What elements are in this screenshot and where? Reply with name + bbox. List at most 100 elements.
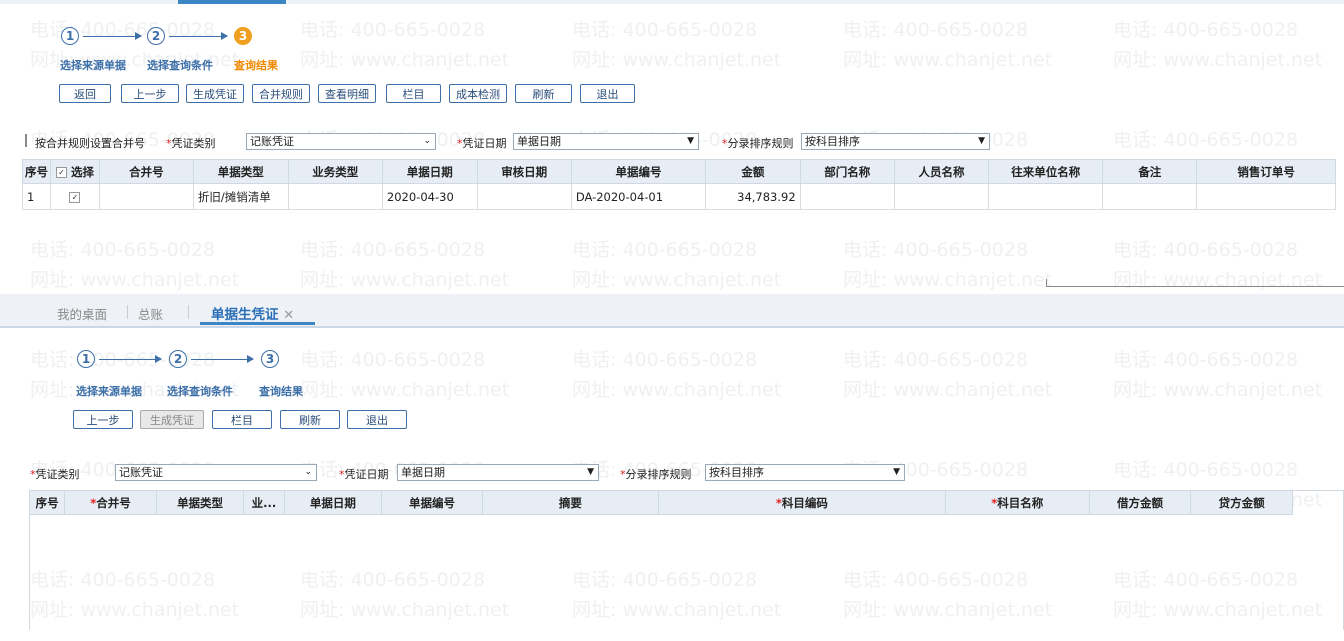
col-partner: 往来单位名称 [988,159,1104,184]
col-doc-no: 单据编号 [570,159,707,184]
triangle-down-icon: ▼ [893,467,900,477]
watermark-site: 网址: www.chanjet.net [300,269,510,291]
watermark-phone: 电话: 400-665-0028 [30,19,216,41]
tab-separator [188,305,189,319]
watermark-phone: 电话: 400-665-0028 [843,19,1029,41]
tab-doc-to-voucher[interactable]: 单据生凭证 ✕ [211,303,294,323]
step-3-label: 查询结果 [234,59,278,72]
table-row[interactable]: 1 ✓ 折旧/摊销清单 2020-04-30 DA-2020-04-01 34,… [22,183,1336,210]
triangle-down-icon: ▼ [687,136,694,146]
voucher-type-label-wrap: *凭证类别 [30,468,80,481]
divider-line [1046,286,1344,287]
prev-step-button[interactable]: 上一步 [73,410,133,429]
step-3-circle[interactable]: 3 [261,350,279,368]
watermark-phone: 电话: 400-665-0028 [572,19,758,41]
col-audit-date: 审核日期 [476,159,572,184]
cell-sales-order [1196,183,1336,210]
tab-general-ledger[interactable]: 总账 [138,304,163,323]
cell-remark [1102,183,1198,210]
row-checkbox[interactable]: ✓ [69,191,81,203]
cell-audit-date [476,183,572,210]
watermark-phone: 电话: 400-665-0028 [572,349,758,371]
col-doc-type: 单据类型 [192,159,289,184]
sort-rule-label: 分录排序规则 [727,137,794,150]
merge-rule-button[interactable]: 合并规则 [252,84,310,103]
step-arrow [83,32,142,40]
watermark-site: 网址: www.chanjet.net [30,269,240,291]
step-3-circle: 3 [234,27,252,45]
watermark-site: 网址: www.chanjet.net [843,379,1053,401]
merge-checkbox-edge[interactable] [25,134,27,147]
select-all-checkbox[interactable]: ✓ [55,166,67,178]
refresh-button[interactable]: 刷新 [280,410,340,429]
triangle-down-icon: ▼ [978,136,985,146]
columns-button[interactable]: 栏目 [386,84,441,103]
tab-doc-to-voucher-label: 单据生凭证 [211,307,279,323]
cell-doc-no[interactable]: DA-2020-04-01 [570,183,707,210]
col-merge-no: 合并号 [98,159,194,184]
workspace-tab-bar: 我的桌面 总账 单据生凭证 ✕ [0,294,1344,328]
step-arrow [169,32,228,40]
watermark-phone: 电话: 400-665-0028 [843,349,1029,371]
cost-check-button[interactable]: 成本检测 [449,84,507,103]
watermark-phone: 电话: 400-665-0028 [300,349,486,371]
sort-rule-label: 分录排序规则 [625,468,692,481]
sort-rule-value: 按科目排序 [709,466,764,479]
col-select[interactable]: ✓ 选择 [50,159,100,184]
generate-voucher-button[interactable]: 生成凭证 [140,410,204,429]
exit-button[interactable]: 退出 [580,84,635,103]
chevron-down-icon: ⌄ [423,136,431,146]
cell-person [893,183,990,210]
exit-button[interactable]: 退出 [347,410,407,429]
watermark-site: 网址: www.chanjet.net [300,379,510,401]
step-arrow [99,355,162,363]
step-2-circle[interactable]: 2 [169,350,187,368]
watermark-site: 网址: www.chanjet.net [572,379,782,401]
columns-button[interactable]: 栏目 [212,410,272,429]
watermark-site: 网址: www.chanjet.net [843,269,1053,291]
step-1-circle[interactable]: 1 [77,350,95,368]
sort-rule-select[interactable]: 按科目排序 ▼ [705,464,905,481]
col-doc-date: 单据日期 [381,159,478,184]
step-2-label[interactable]: 选择查询条件 [167,383,233,399]
close-icon[interactable]: ✕ [283,308,294,323]
back-button[interactable]: 返回 [59,84,111,103]
col-person: 人员名称 [893,159,990,184]
step-2-circle[interactable]: 2 [147,27,165,45]
col-sales-order: 销售订单号 [1196,159,1336,184]
cell-seq: 1 [22,183,51,210]
cell-partner [988,183,1104,210]
cell-amount: 34,783.92 [705,183,801,210]
voucher-type-select[interactable]: 记账凭证 ⌄ [246,133,436,150]
tab-separator [127,305,128,319]
active-tab-underline [200,322,315,325]
watermark-site: 网址: www.chanjet.net [1113,379,1323,401]
watermark-site: 网址: www.chanjet.net [572,49,782,71]
view-detail-button[interactable]: 查看明细 [318,84,376,103]
watermark-phone: 电话: 400-665-0028 [30,349,216,371]
step-2-label[interactable]: 选择查询条件 [147,57,213,73]
sort-rule-select[interactable]: 按科目排序 ▼ [801,133,990,150]
voucher-date-select[interactable]: 单据日期 ▼ [513,133,699,150]
voucher-date-select[interactable]: 单据日期 ▼ [397,464,599,481]
watermark-site: 网址: www.chanjet.net [1113,269,1323,291]
merge-rule-label: 按合并规则设置合并号 [35,137,145,150]
col-select-label: 选择 [70,164,94,179]
watermark-phone: 电话: 400-665-0028 [300,239,486,261]
prev-step-button[interactable]: 上一步 [121,84,179,103]
divider-tick [1046,279,1047,287]
step-1-circle[interactable]: 1 [61,27,79,45]
tab-my-desktop[interactable]: 我的桌面 [57,304,107,323]
query-result-table: 序号 ✓ 选择 合并号 单据类型 业务类型 单据日期 审核日期 单据编号 金额 … [22,159,1336,210]
step-1-label[interactable]: 选择来源单据 [76,383,142,399]
voucher-type-label-wrap: *凭证类别 [166,137,216,150]
voucher-type-select[interactable]: 记账凭证 ⌄ [115,464,317,481]
refresh-button[interactable]: 刷新 [515,84,572,103]
step-1-label[interactable]: 选择来源单据 [60,57,126,73]
cell-select[interactable]: ✓ [50,183,100,210]
step-3-label[interactable]: 查询结果 [259,383,303,399]
watermark-phone: 电话: 400-665-0028 [1113,459,1299,481]
generate-voucher-button[interactable]: 生成凭证 [186,84,244,103]
watermark-phone: 电话: 400-665-0028 [30,239,216,261]
cell-merge-no[interactable] [98,183,194,210]
